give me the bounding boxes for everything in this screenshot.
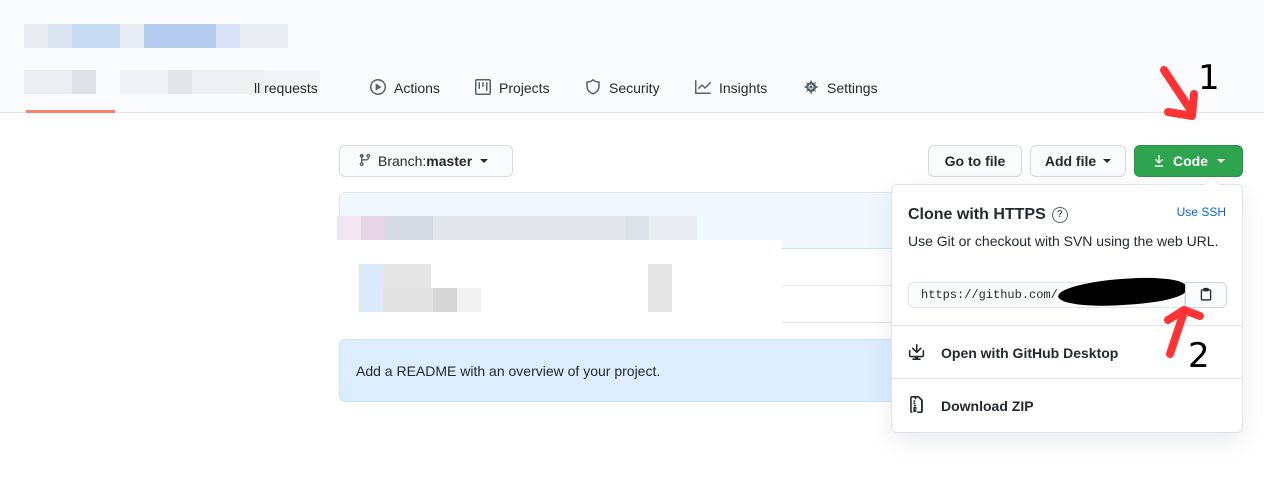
branch-select-button[interactable]: Branch: master	[339, 145, 513, 177]
tab-security[interactable]: Security	[585, 74, 660, 102]
chevron-down-icon	[1217, 159, 1225, 163]
tab-insights-label: Insights	[719, 80, 768, 96]
play-icon	[370, 78, 386, 98]
clone-title: Clone with HTTPS ?	[908, 206, 1068, 224]
desktop-download-icon	[908, 343, 925, 363]
tab-settings[interactable]: Settings	[803, 74, 878, 102]
annotation-number-2: 2	[1188, 336, 1210, 376]
clone-url-text: https://github.com/	[921, 288, 1058, 302]
tab-security-label: Security	[609, 80, 660, 96]
readme-banner-text: Add a README with an overview of your pr…	[356, 362, 661, 379]
go-to-file-button[interactable]: Go to file	[928, 145, 1022, 177]
download-zip-label: Download ZIP	[941, 398, 1034, 414]
redacted-commit-info	[337, 216, 697, 240]
open-with-desktop-label: Open with GitHub Desktop	[941, 345, 1119, 361]
gear-icon	[803, 79, 819, 98]
go-to-file-label: Go to file	[944, 153, 1006, 169]
selected-tab-underline	[26, 110, 115, 113]
branch-icon	[358, 153, 372, 170]
tab-insights[interactable]: Insights	[695, 74, 767, 102]
download-zip-item[interactable]: Download ZIP	[908, 391, 1228, 421]
redacted-file-rows	[337, 240, 782, 340]
redacted-repo-title	[24, 24, 288, 48]
chevron-down-icon	[1103, 159, 1112, 163]
branch-name: master	[426, 153, 473, 169]
tab-projects[interactable]: Projects	[475, 74, 550, 102]
dropdown-divider	[892, 378, 1242, 379]
use-ssh-link[interactable]: Use SSH	[1177, 205, 1226, 219]
tab-pull-requests[interactable]: ll requests	[254, 74, 318, 102]
add-file-button[interactable]: Add file	[1030, 145, 1126, 177]
tab-actions-label: Actions	[394, 80, 440, 96]
code-button[interactable]: Code	[1134, 145, 1243, 177]
chevron-down-icon	[480, 159, 489, 163]
tab-actions[interactable]: Actions	[370, 74, 440, 102]
project-icon	[475, 78, 491, 98]
tab-settings-label: Settings	[827, 80, 878, 96]
annotation-number-1: 1	[1198, 58, 1220, 98]
download-icon	[1152, 154, 1166, 168]
clone-description: Use Git or checkout with SVN using the w…	[908, 233, 1219, 249]
add-file-label: Add file	[1044, 153, 1097, 169]
branch-prefix: Branch:	[378, 153, 427, 169]
file-zip-icon	[908, 396, 925, 416]
tab-pull-requests-label: ll requests	[254, 80, 318, 96]
code-button-label: Code	[1173, 153, 1208, 169]
shield-icon	[585, 78, 601, 98]
question-icon[interactable]: ?	[1051, 207, 1068, 223]
graph-icon	[695, 79, 711, 98]
clone-title-text: Clone with HTTPS	[908, 206, 1046, 223]
tab-projects-label: Projects	[499, 80, 550, 96]
readme-banner: Add a README with an overview of your pr…	[339, 339, 899, 402]
